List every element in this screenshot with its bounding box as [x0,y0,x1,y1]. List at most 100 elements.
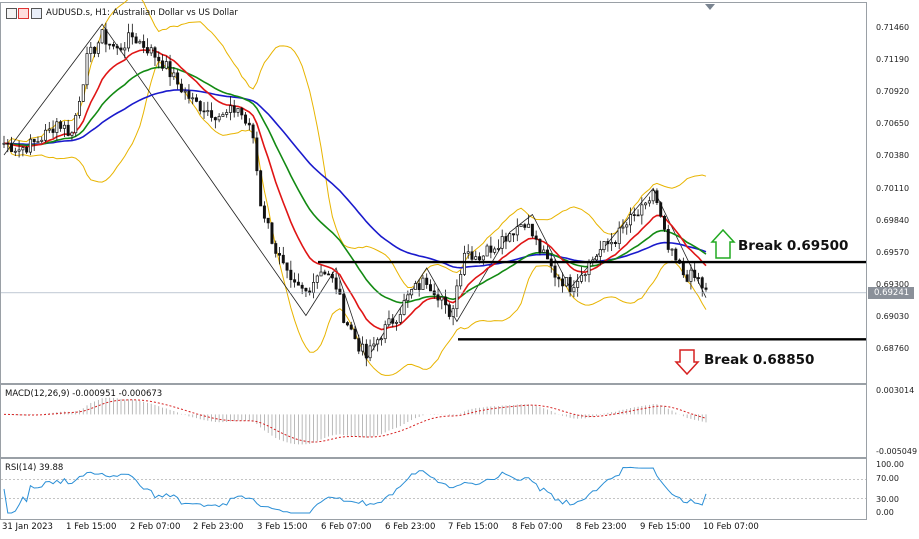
candle-body [583,274,587,277]
price-tick-label: 0.70380 [876,151,910,161]
candle-body [21,147,25,151]
price-tick-label: 0.69840 [876,215,910,225]
candle-body [187,90,191,99]
candle-body [383,324,387,340]
candle-body [644,202,648,206]
candle-body [266,217,270,224]
candle-body [587,261,591,276]
candle-body [93,46,97,54]
rsi-axis-0: 0.00 [876,508,894,517]
candle-body [127,32,131,49]
candle-body [108,43,112,46]
time-tick-label: 31 Jan 2023 [2,522,53,532]
candle-body [270,222,274,244]
candle-body [659,202,663,217]
candle-body [25,147,29,153]
candle-body [232,105,236,113]
macd-axis-bottom: -0.005049 [876,447,918,456]
break-up-label: Break 0.69500 [738,238,848,254]
candle-body [123,47,127,51]
candle-body [300,284,304,289]
candle-body [293,279,297,283]
time-tick-label: 7 Feb 15:00 [448,522,499,532]
candle-body [410,289,414,296]
candle-body [89,46,93,54]
candle-body [6,142,10,145]
chart-canvas[interactable]: Break 0.69500 Break 0.68850 [0,0,919,539]
candle-body [595,255,599,261]
zigzag-line [3,23,707,361]
candle-body [406,294,410,302]
candle-body [285,262,289,271]
price-tick-label: 0.68760 [876,344,910,353]
candle-body [142,41,146,48]
time-tick-label: 8 Feb 23:00 [576,522,627,532]
candle-body [395,321,398,324]
candle-body [357,338,361,352]
candle-body [391,318,395,324]
candle-body [613,241,617,245]
candle-body [496,247,500,250]
candle-body [145,47,149,54]
rsi-title: RSI(14) 39.88 [5,463,64,473]
candle-body [179,83,183,93]
candle-body [47,128,51,131]
candle-body [62,124,66,129]
candle-body [534,235,538,240]
collapse-triangle-icon[interactable] [705,4,715,10]
candle-body [342,293,346,323]
candle-body [17,149,21,152]
time-tick-label: 3 Feb 15:00 [257,522,308,532]
candle-body [217,116,221,121]
candle-body [119,47,123,51]
candle-body [74,115,78,134]
candle-body [36,141,40,143]
up-arrow-icon [710,228,736,259]
candle-body [100,29,104,44]
candle-body [206,110,210,113]
break-down-label: Break 0.68850 [704,352,814,368]
current-price-label: 0.69241 [874,288,910,298]
ma-red-line [4,49,707,331]
candle-body [527,223,531,228]
symbol-icon[interactable] [6,8,17,19]
candle-body [447,304,451,317]
candle-body [440,296,444,301]
candle-body [474,256,478,260]
candle-body [696,277,700,279]
time-tick-label: 2 Feb 23:00 [193,522,244,532]
rsi-axis-70: 70.00 [876,474,899,483]
candle-body [327,273,331,276]
candle-body [221,114,225,117]
chart-type-icon[interactable] [18,8,29,19]
candle-body [417,283,421,291]
candle-body [172,72,176,78]
candle-body [345,322,349,326]
time-tick-label: 9 Feb 15:00 [640,522,691,532]
candle-body [198,101,202,112]
candle-body [459,274,463,287]
candle-body [546,249,549,260]
candle-body [44,129,47,141]
candle-body [259,170,263,207]
candle-body [466,251,470,254]
candle-body [485,245,489,257]
candle-body [210,110,214,118]
price-tick-label: 0.69570 [876,247,910,257]
candle-body [663,215,666,230]
candle-body [183,90,187,93]
candle-body [666,229,670,250]
candle-body [606,241,610,245]
candle-body [55,121,59,133]
candle-body [564,277,568,287]
candle-body [500,236,504,249]
candle-body [376,339,380,345]
time-tick-label: 2 Feb 07:00 [130,522,181,532]
candle-body [236,107,240,113]
candle-body [629,214,632,226]
time-tick-label: 6 Feb 07:00 [321,522,372,532]
candle-body [319,271,323,277]
candle-body [149,47,153,54]
candle-body [191,97,195,100]
properties-icon[interactable] [31,8,42,19]
